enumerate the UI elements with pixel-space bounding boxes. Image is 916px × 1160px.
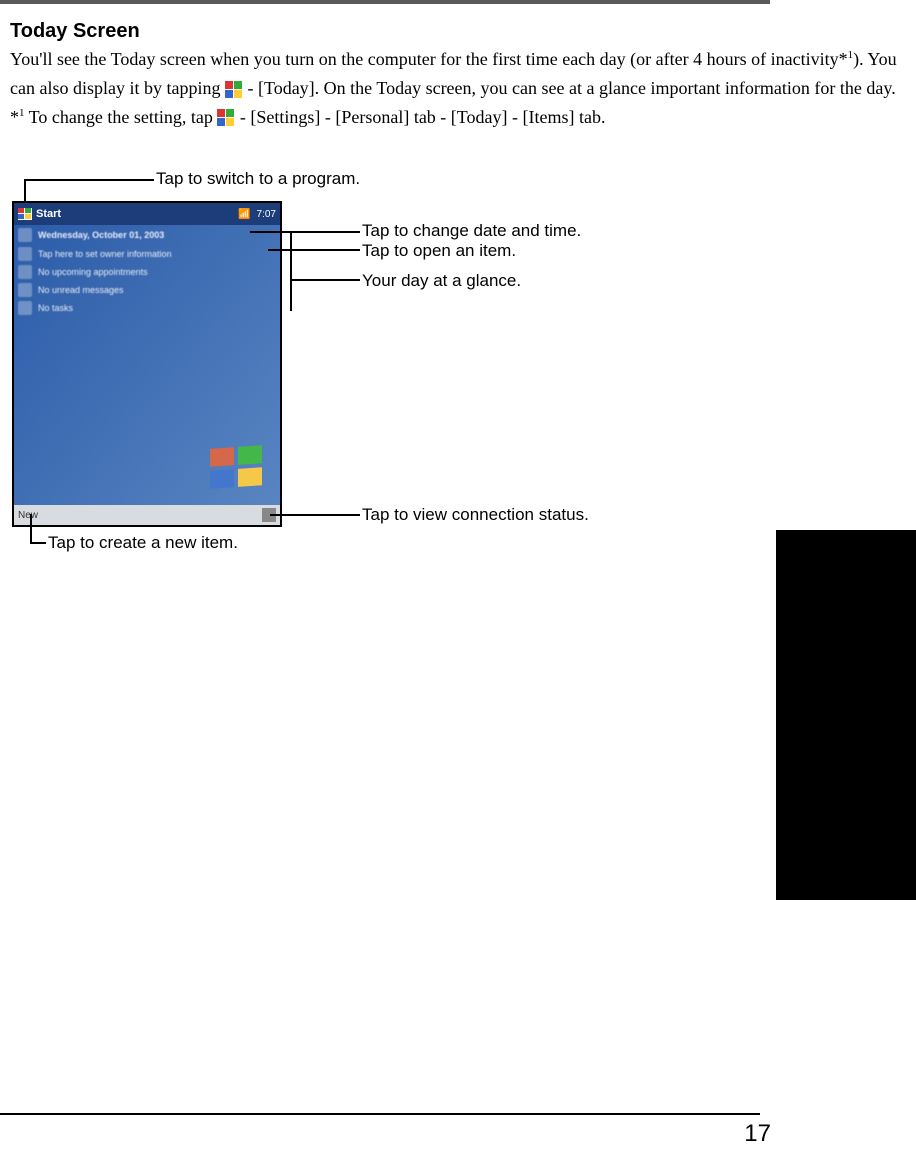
appointments-text: No upcoming appointments <box>38 267 148 277</box>
callout-line <box>30 542 46 544</box>
bottom-bar: New <box>14 505 280 525</box>
callout-line <box>250 231 360 233</box>
owner-row[interactable]: Tap here to set owner information <box>14 245 280 263</box>
callout-line <box>290 279 360 281</box>
callout-glance: Your day at a glance. <box>362 271 521 291</box>
date-row[interactable]: Wednesday, October 01, 2003 <box>14 225 280 245</box>
note-b: - [Settings] - [Personal] tab - [Today] … <box>235 107 605 127</box>
new-button[interactable]: New <box>18 510 38 521</box>
title-bar[interactable]: Start 📶 7:07 <box>14 203 280 225</box>
start-label: Start <box>36 208 61 220</box>
appointments-row[interactable]: No upcoming appointments <box>14 263 280 281</box>
calendar-icon <box>18 228 32 242</box>
note-a: To change the setting, tap <box>25 107 218 127</box>
callout-connection: Tap to view connection status. <box>362 505 589 525</box>
footer-rule <box>0 1113 760 1115</box>
p1-part-a: You'll see the Today screen when you tur… <box>10 49 848 69</box>
tasks-icon <box>18 301 32 315</box>
callout-line <box>270 514 360 516</box>
messages-row[interactable]: No unread messages <box>14 281 280 299</box>
p1-part-c: - [Today]. On the Today screen, you can … <box>243 78 896 98</box>
callout-line <box>24 179 154 181</box>
messages-text: No unread messages <box>38 285 124 295</box>
messages-icon <box>18 283 32 297</box>
page-number: 17 <box>744 1120 771 1148</box>
tasks-text: No tasks <box>38 303 73 313</box>
annotated-diagram: Tap to switch to a program. Start 📶 7:07 <box>10 171 906 591</box>
clock-time[interactable]: 7:07 <box>257 209 276 220</box>
note-pre: * <box>10 107 19 127</box>
callout-switch-program: Tap to switch to a program. <box>156 169 360 189</box>
today-screen-screenshot: Start 📶 7:07 Wednesday, October 01, 2003… <box>12 201 282 527</box>
callout-open-item: Tap to open an item. <box>362 241 516 261</box>
side-black-box <box>776 530 916 900</box>
windows-icon <box>225 81 243 99</box>
callout-line <box>290 231 292 311</box>
heading-today-screen: Today Screen <box>10 20 906 43</box>
start-flag-icon[interactable] <box>18 208 32 220</box>
windows-icon <box>217 109 235 127</box>
date-text: Wednesday, October 01, 2003 <box>38 230 164 240</box>
callout-line <box>268 249 360 251</box>
footnote-line: *1 To change the setting, tap - [Setting… <box>10 103 906 132</box>
intro-paragraph: You'll see the Today screen when you tur… <box>10 45 906 103</box>
owner-icon <box>18 247 32 261</box>
tasks-row[interactable]: No tasks <box>14 299 280 317</box>
callout-line <box>30 514 32 542</box>
appointments-icon <box>18 265 32 279</box>
signal-icon[interactable]: 📶 <box>238 209 250 220</box>
windows-logo-icon <box>208 445 268 495</box>
callout-change-date: Tap to change date and time. <box>362 221 581 241</box>
owner-text: Tap here to set owner information <box>38 249 172 259</box>
callout-new-item: Tap to create a new item. <box>48 533 238 553</box>
